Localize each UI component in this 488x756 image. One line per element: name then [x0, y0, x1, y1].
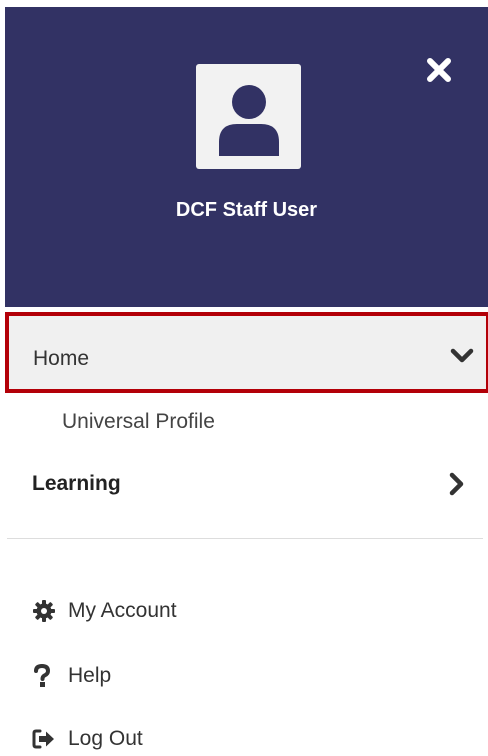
- my-account-link[interactable]: My Account: [32, 594, 177, 628]
- nav-item-learning[interactable]: Learning: [0, 460, 488, 510]
- user-avatar-icon: [218, 84, 279, 156]
- chevron-right-icon: [449, 472, 465, 501]
- log-out-label: Log Out: [68, 727, 143, 750]
- avatar: [196, 64, 301, 169]
- divider: [7, 538, 483, 539]
- help-link[interactable]: Help: [32, 659, 111, 693]
- sign-out-icon: [32, 728, 60, 750]
- nav-item-home[interactable]: Home: [5, 312, 488, 393]
- user-name: DCF Staff User: [175, 199, 318, 221]
- nav-item-home-label: Home: [33, 347, 90, 370]
- nav-item-universal-profile[interactable]: Universal Profile: [62, 408, 215, 436]
- nav-item-learning-label: Learning: [32, 472, 121, 495]
- log-out-link[interactable]: Log Out: [32, 722, 143, 756]
- gear-icon: [32, 599, 60, 623]
- close-button[interactable]: [418, 49, 460, 91]
- my-account-label: My Account: [68, 599, 177, 622]
- question-icon: [32, 664, 60, 688]
- chevron-down-icon: [450, 348, 474, 369]
- help-label: Help: [68, 664, 112, 687]
- user-header: DCF Staff User: [5, 7, 488, 307]
- close-icon: [427, 58, 451, 82]
